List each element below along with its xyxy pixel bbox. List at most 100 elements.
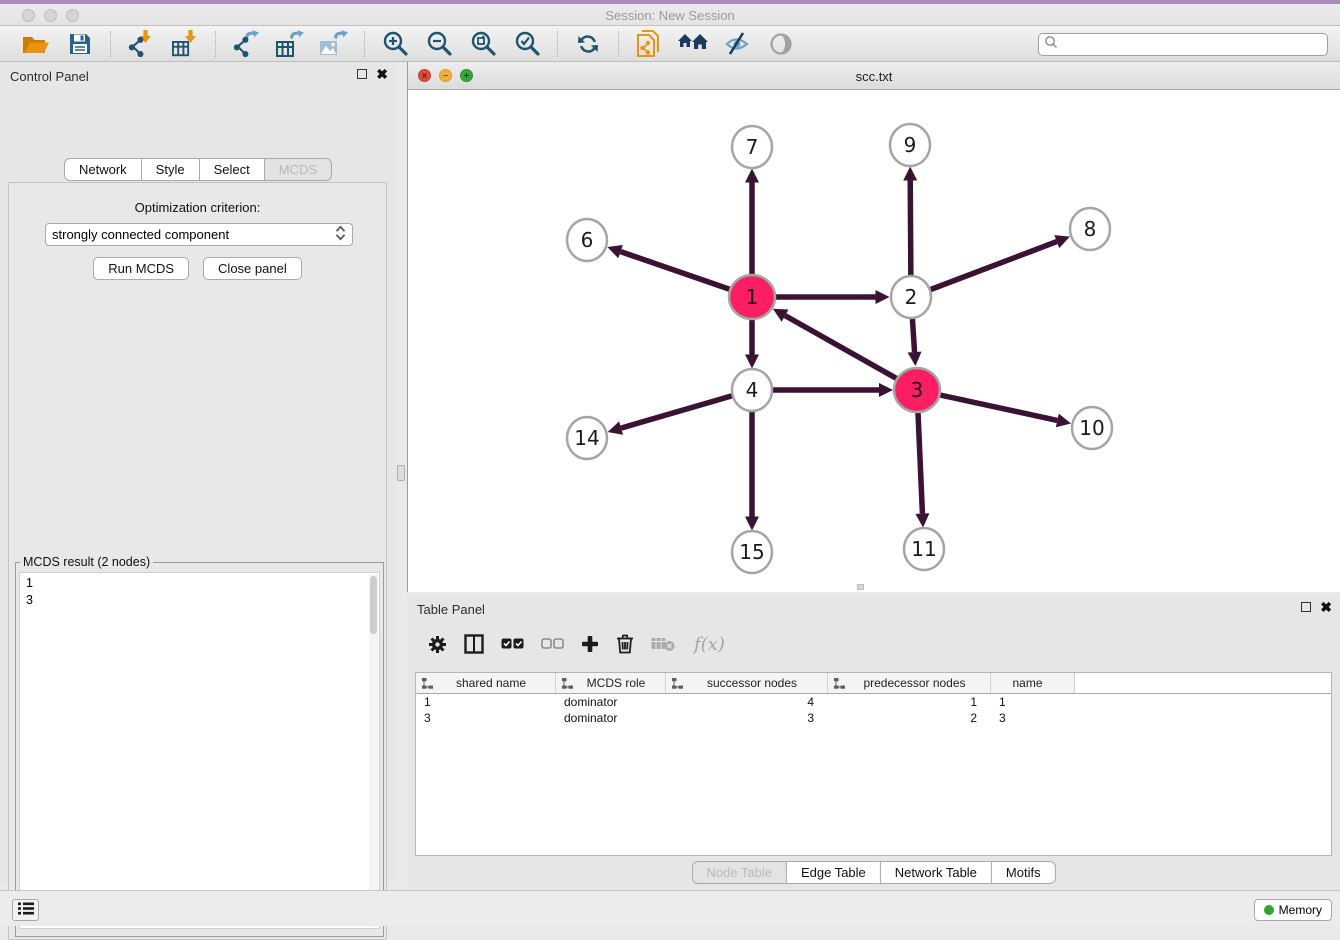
column-header-successor-nodes[interactable]: successor nodes (666, 673, 828, 693)
graph-node-1[interactable]: 1 (729, 275, 775, 319)
toolbar-separator (557, 31, 558, 57)
mcds-tab-content: Optimization criterion: strongly connect… (8, 182, 387, 940)
add-column-icon[interactable] (581, 631, 599, 657)
column-header-predecessor-nodes[interactable]: predecessor nodes (828, 673, 991, 693)
search-input[interactable] (1058, 35, 1327, 54)
graph-node-9[interactable]: 9 (890, 124, 930, 166)
memory-button[interactable]: Memory (1254, 899, 1332, 921)
mcds-result-title: MCDS result (2 nodes) (20, 555, 153, 569)
graph-node-10[interactable]: 10 (1072, 407, 1112, 449)
zoom-in-icon[interactable] (379, 29, 411, 59)
deselect-all-columns-icon[interactable] (541, 631, 564, 657)
edge-arrowhead (915, 513, 929, 527)
tab-select[interactable]: Select (199, 158, 264, 181)
home-icon[interactable] (677, 29, 709, 59)
graph-node-14[interactable]: 14 (567, 417, 607, 459)
import-network-icon[interactable] (125, 29, 157, 59)
refresh-icon[interactable] (572, 29, 604, 59)
control-panel-title: Control Panel (10, 69, 89, 84)
edge-arrowhead (908, 352, 922, 366)
tab-network-table[interactable]: Network Table (880, 861, 991, 884)
node-label: 14 (574, 426, 599, 450)
node-label: 9 (904, 133, 917, 157)
graph-node-6[interactable]: 6 (567, 219, 607, 261)
graph-node-15[interactable]: 15 (732, 531, 772, 573)
open-folder-icon[interactable] (20, 29, 52, 59)
edge-2-8[interactable] (911, 242, 1057, 297)
edge-arrowhead (607, 245, 623, 258)
export-network-icon[interactable] (230, 29, 262, 59)
toolbar-separator (110, 31, 111, 57)
table-cell: 3 (991, 710, 1075, 726)
tab-edge-table[interactable]: Edge Table (786, 861, 880, 884)
graph-node-7[interactable]: 7 (732, 126, 772, 168)
export-table-icon[interactable] (274, 29, 306, 59)
tab-mcds[interactable]: MCDS (264, 158, 332, 181)
criterion-dropdown[interactable]: strongly connected component (45, 223, 353, 246)
table-row[interactable]: 1dominator411 (416, 694, 1331, 710)
frame-resize-handle[interactable] (857, 584, 864, 590)
tab-node-table[interactable]: Node Table (691, 861, 786, 884)
select-all-columns-icon[interactable] (501, 631, 524, 657)
graph-node-2[interactable]: 2 (891, 276, 931, 318)
zoom-selected-icon[interactable] (511, 29, 543, 59)
gear-icon[interactable] (428, 631, 447, 657)
column-header-label: shared name (437, 676, 555, 690)
close-panel-icon[interactable]: ✖ (376, 69, 388, 79)
delete-column-icon[interactable] (616, 631, 634, 657)
network-window-title: scc.txt (408, 69, 1340, 84)
graph-node-8[interactable]: 8 (1070, 208, 1110, 250)
table-row[interactable]: 3dominator323 (416, 710, 1331, 726)
column-tree-icon (834, 678, 845, 689)
toolbar-separator (215, 31, 216, 57)
titlebar-accent (0, 0, 1340, 4)
node-label: 2 (905, 285, 918, 309)
run-mcds-button[interactable]: Run MCDS (93, 257, 189, 280)
task-history-button[interactable] (12, 899, 39, 921)
column-header-shared-name[interactable]: shared name (416, 673, 556, 693)
node-table[interactable]: shared name MCDS role successor nodes prede… (415, 672, 1332, 856)
network-graph-canvas[interactable]: 7 9 6 8 1 2 4 3 14 10 15 11 (408, 90, 1340, 590)
column-tree-icon (422, 678, 433, 689)
graph-node-11[interactable]: 11 (904, 528, 944, 570)
node-label: 8 (1084, 217, 1097, 241)
app-title-bar: Session: New Session (0, 0, 1340, 26)
edge-arrowhead (879, 383, 893, 397)
save-icon[interactable] (64, 29, 96, 59)
vertical-splitter[interactable] (396, 62, 407, 882)
table-cell: 1 (828, 694, 991, 710)
graph-node-3[interactable]: 3 (894, 368, 940, 412)
close-table-panel-icon[interactable]: ✖ (1320, 602, 1332, 612)
graph-node-4[interactable]: 4 (732, 369, 772, 411)
splitter-grip[interactable] (397, 465, 405, 481)
float-table-panel-icon[interactable] (1301, 602, 1311, 612)
column-header-name[interactable]: name (991, 673, 1075, 693)
column-tree-icon (672, 678, 683, 689)
show-all-icon (765, 29, 797, 59)
column-header-label: successor nodes (687, 676, 827, 690)
float-panel-icon[interactable] (357, 69, 367, 79)
column-view-icon[interactable] (464, 631, 484, 657)
close-panel-button[interactable]: Close panel (203, 257, 302, 280)
column-header-MCDS-role[interactable]: MCDS role (556, 673, 666, 693)
result-scrollbar[interactable] (369, 574, 378, 927)
column-header-label: MCDS role (577, 676, 665, 690)
mcds-result-value: 1 (26, 575, 379, 592)
tab-style[interactable]: Style (141, 158, 199, 181)
edge-arrowhead (876, 290, 890, 304)
tab-motifs[interactable]: Motifs (991, 861, 1056, 884)
zoom-out-icon[interactable] (423, 29, 455, 59)
criterion-dropdown-value: strongly connected component (52, 227, 335, 242)
tab-network[interactable]: Network (64, 158, 141, 181)
table-cell: dominator (556, 710, 666, 726)
control-panel: Control Panel ✖ NetworkStyleSelectMCDS O… (0, 62, 396, 882)
network-document-icon[interactable] (633, 29, 665, 59)
import-table-icon[interactable] (169, 29, 201, 59)
table-cell: 3 (416, 710, 556, 726)
search-box[interactable] (1038, 33, 1328, 56)
export-image-icon[interactable] (318, 29, 350, 59)
column-header-label: predecessor nodes (849, 676, 990, 690)
zoom-fit-icon[interactable] (467, 29, 499, 59)
hide-selected-icon[interactable] (721, 29, 753, 59)
edge-arrowhead (745, 355, 759, 369)
